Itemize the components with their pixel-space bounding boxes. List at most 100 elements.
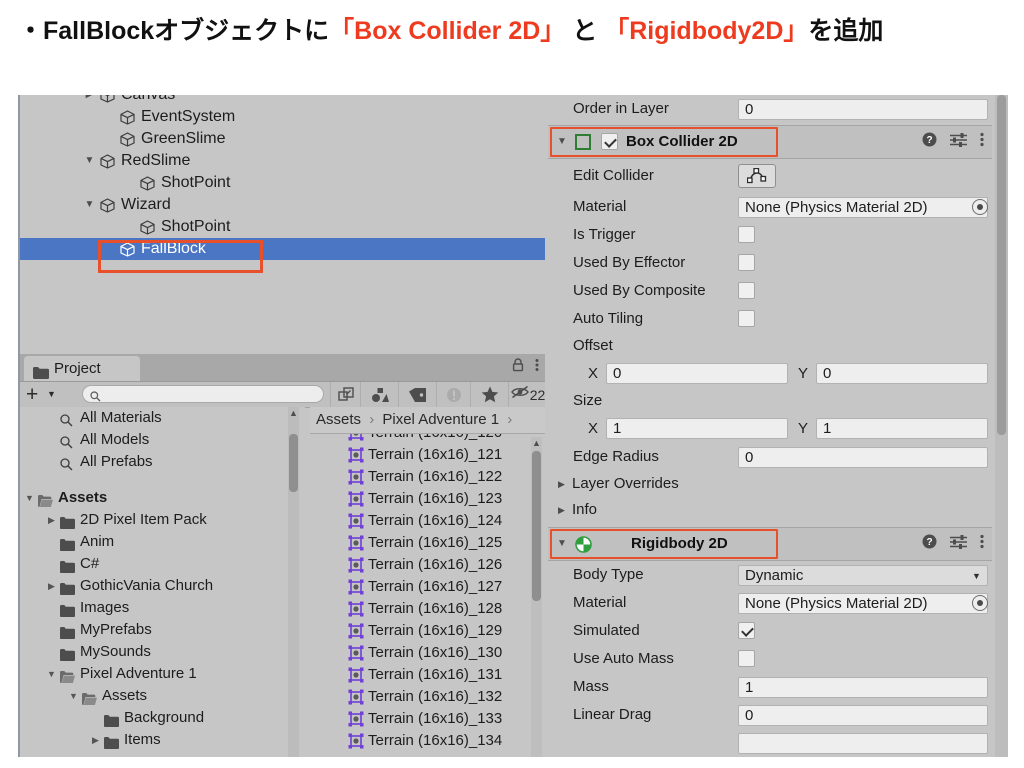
hierarchy-foldout-icon[interactable]: ▼ <box>83 194 96 216</box>
asset-list-item[interactable]: Terrain (16x16)_121 <box>310 444 545 466</box>
asset-list-item[interactable]: Terrain (16x16)_132 <box>310 686 545 708</box>
folder-tree-item[interactable]: All Prefabs <box>20 451 305 473</box>
kebab-menu-icon[interactable] <box>980 132 984 152</box>
folder-tree-item[interactable]: All Materials <box>20 407 305 429</box>
hierarchy-foldout-icon[interactable]: ▼ <box>83 150 96 172</box>
breadcrumb-item-assets[interactable]: Assets <box>316 411 361 428</box>
folder-tree-item[interactable]: C# <box>20 553 305 575</box>
folder-tree-scrollbar[interactable]: ▲ <box>288 407 299 757</box>
size-x-input[interactable]: 1 <box>606 418 788 439</box>
folder-tree-item[interactable]: ▶ Items <box>20 729 305 751</box>
rb-material-object-picker-icon[interactable] <box>972 595 988 611</box>
rigidbody-foldout-icon[interactable]: ▼ <box>557 528 567 560</box>
used-by-effector-checkbox[interactable] <box>738 254 755 271</box>
layer-overrides-row[interactable]: ▶ Layer Overrides <box>548 471 992 497</box>
partial-input[interactable] <box>738 733 988 754</box>
edit-collider-button[interactable] <box>738 164 776 188</box>
folder-foldout-icon[interactable]: ▶ <box>45 509 58 531</box>
kebab-menu-icon[interactable] <box>980 534 984 554</box>
create-asset-dropdown-icon[interactable]: ▼ <box>47 382 56 407</box>
box-collider-foldout-icon[interactable]: ▼ <box>557 126 567 158</box>
box-collider-enabled-checkbox[interactable] <box>601 133 618 150</box>
kebab-menu-icon[interactable] <box>535 358 539 377</box>
mass-input[interactable]: 1 <box>738 677 988 698</box>
asset-list-item[interactable]: Terrain (16x16)_124 <box>310 510 545 532</box>
chevron-down-icon[interactable]: ▼ <box>972 571 981 581</box>
use-auto-mass-checkbox[interactable] <box>738 650 755 667</box>
folder-foldout-icon[interactable]: ▶ <box>89 729 102 751</box>
rb-material-field[interactable]: None (Physics Material 2D) <box>738 593 988 614</box>
folder-tree-item[interactable]: MySounds <box>20 641 305 663</box>
folder-foldout-icon[interactable]: ▶ <box>45 575 58 597</box>
hierarchy-item[interactable]: EventSystem <box>20 106 545 128</box>
layer-overrides-foldout-icon[interactable]: ▶ <box>558 471 565 497</box>
asset-list-item[interactable]: Terrain (16x16)_127 <box>310 576 545 598</box>
folder-tree-item[interactable]: ▼ Pixel Adventure 1 <box>20 663 305 685</box>
edge-radius-input[interactable]: 0 <box>738 447 988 468</box>
asset-list-item[interactable]: Terrain (16x16)_133 <box>310 708 545 730</box>
folder-tree-item[interactable]: Background <box>20 707 305 729</box>
offset-x-input[interactable]: 0 <box>606 363 788 384</box>
simulated-checkbox[interactable] <box>738 622 755 639</box>
asset-list-item[interactable]: Terrain (16x16)_122 <box>310 466 545 488</box>
box-collider-2d-header[interactable]: ▼ Box Collider 2D ? <box>548 125 992 159</box>
info-row[interactable]: ▶ Info <box>548 497 992 523</box>
asset-list-item[interactable]: Terrain (16x16)_120 <box>310 434 545 444</box>
folder-tree-item[interactable]: Images <box>20 597 305 619</box>
hierarchy-item[interactable]: GreenSlime <box>20 128 545 150</box>
inspector-scrollbar[interactable] <box>995 95 1008 757</box>
body-type-dropdown[interactable]: Dynamic <box>738 565 988 586</box>
asset-scroll-up-icon[interactable]: ▲ <box>531 437 542 449</box>
asset-list-item[interactable]: Terrain (16x16)_134 <box>310 730 545 752</box>
linear-drag-input[interactable]: 0 <box>738 705 988 726</box>
breadcrumb-item-pixel-adventure[interactable]: Pixel Adventure 1 <box>382 411 499 428</box>
asset-list-item[interactable]: Terrain (16x16)_131 <box>310 664 545 686</box>
asset-list-item[interactable]: Terrain (16x16)_128 <box>310 598 545 620</box>
help-icon[interactable]: ? <box>922 132 937 152</box>
hierarchy-foldout-icon[interactable]: ▶ <box>83 95 96 106</box>
asset-list-item[interactable]: Terrain (16x16)_126 <box>310 554 545 576</box>
preset-icon[interactable] <box>950 132 967 152</box>
lock-icon[interactable] <box>512 358 524 377</box>
favorite-star-button[interactable] <box>470 382 508 407</box>
bc-material-field[interactable]: None (Physics Material 2D) <box>738 197 988 218</box>
hierarchy-item[interactable]: ▼ Wizard <box>20 194 545 216</box>
folder-foldout-icon[interactable]: ▼ <box>67 685 80 707</box>
scroll-up-icon[interactable]: ▲ <box>288 407 299 419</box>
asset-list-item[interactable]: Terrain (16x16)_130 <box>310 642 545 664</box>
tab-project[interactable]: Project <box>24 356 140 381</box>
folder-tree-item[interactable]: All Models <box>20 429 305 451</box>
folder-tree-item[interactable] <box>20 473 305 487</box>
order-in-layer-input[interactable]: 0 <box>738 99 988 120</box>
folder-foldout-icon[interactable]: ▼ <box>45 663 58 685</box>
folder-foldout-icon[interactable]: ▼ <box>23 487 36 509</box>
asset-list-item[interactable]: Terrain (16x16)_129 <box>310 620 545 642</box>
size-y-input[interactable]: 1 <box>816 418 988 439</box>
search-input-wrapper[interactable] <box>82 385 324 404</box>
filter-by-label-button[interactable] <box>398 382 436 407</box>
preset-icon[interactable] <box>950 534 967 554</box>
asset-list-item[interactable]: Terrain (16x16)_123 <box>310 488 545 510</box>
hidden-items-button[interactable]: 22 <box>508 382 545 407</box>
is-trigger-checkbox[interactable] <box>738 226 755 243</box>
scrollbar-thumb[interactable] <box>289 434 298 492</box>
rigidbody-2d-header[interactable]: ▼ Rigidbody 2D ? <box>548 527 992 561</box>
inspector-scrollbar-thumb[interactable] <box>997 95 1006 435</box>
folder-tree-item[interactable]: ▶ GothicVania Church <box>20 575 305 597</box>
bc-material-object-picker-icon[interactable] <box>972 199 988 215</box>
expand-search-button[interactable] <box>330 382 360 407</box>
folder-tree-item[interactable]: ▼ Assets <box>20 685 305 707</box>
hierarchy-item[interactable]: ShotPoint <box>20 216 545 238</box>
folder-tree-item[interactable]: MyPrefabs <box>20 619 305 641</box>
folder-tree-item[interactable]: ▶ 2D Pixel Item Pack <box>20 509 305 531</box>
filter-by-type-button[interactable] <box>360 382 398 407</box>
folder-tree-item[interactable]: Anim <box>20 531 305 553</box>
hierarchy-item[interactable]: ShotPoint <box>20 172 545 194</box>
hierarchy-item[interactable]: ▼ RedSlime <box>20 150 545 172</box>
warning-filter-button[interactable] <box>436 382 470 407</box>
asset-scrollbar-thumb[interactable] <box>532 451 541 601</box>
auto-tiling-checkbox[interactable] <box>738 310 755 327</box>
offset-y-input[interactable]: 0 <box>816 363 988 384</box>
info-foldout-icon[interactable]: ▶ <box>558 497 565 523</box>
used-by-composite-checkbox[interactable] <box>738 282 755 299</box>
